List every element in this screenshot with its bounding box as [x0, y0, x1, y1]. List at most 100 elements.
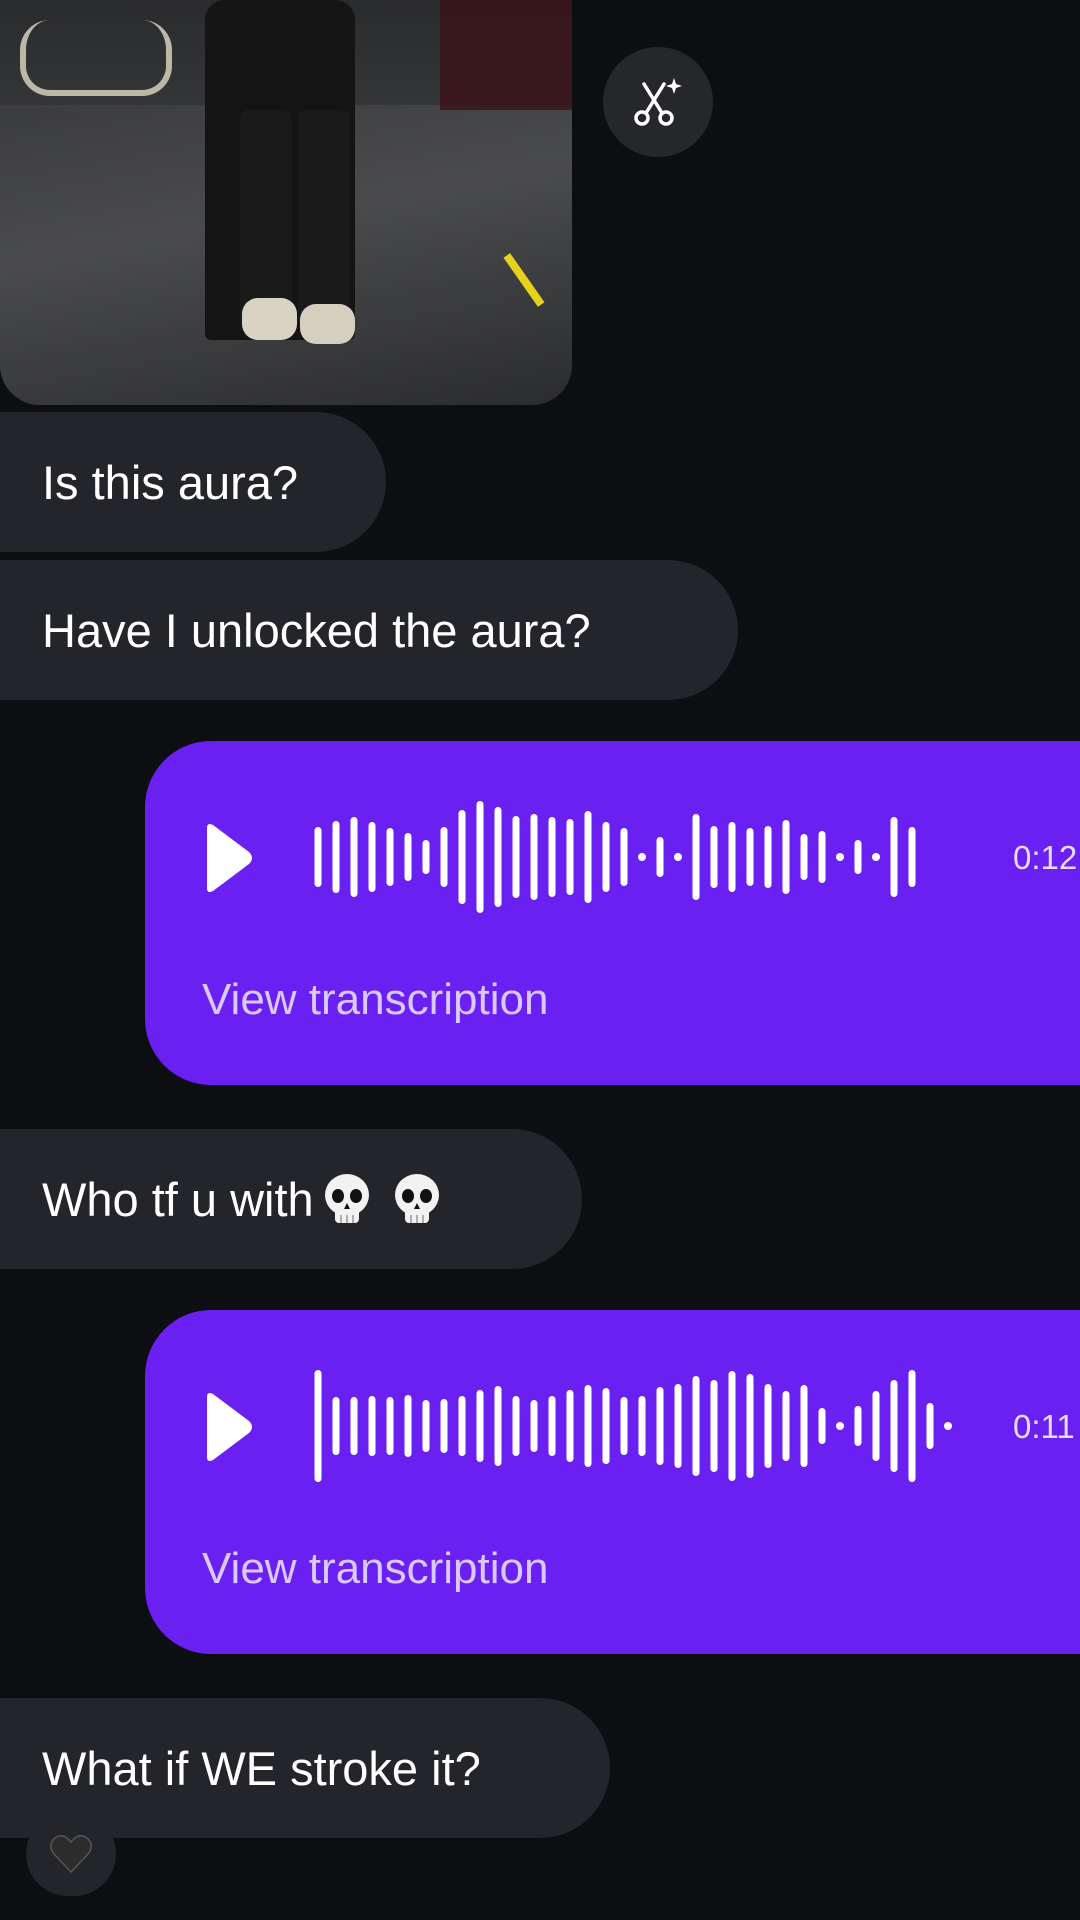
- waveform-bar: [818, 1408, 826, 1444]
- waveform-dot: [674, 853, 682, 861]
- waveform-bar: [908, 827, 916, 887]
- photo-shoe-right: [300, 304, 355, 344]
- waveform-bar: [314, 1370, 322, 1482]
- play-icon[interactable]: [197, 818, 257, 898]
- waveform-bar: [494, 807, 502, 907]
- waveform-bar: [800, 834, 808, 880]
- waveform-bar: [368, 1396, 376, 1456]
- waveform-bar: [782, 1391, 790, 1461]
- waveform-bar: [530, 814, 538, 900]
- photo-rack: [440, 0, 572, 110]
- waveform-bar: [890, 1380, 898, 1472]
- waveform-bar: [854, 1406, 862, 1446]
- waveform-bar: [548, 817, 556, 897]
- waveform-bar: [656, 837, 664, 877]
- audio-waveform[interactable]: [312, 787, 962, 927]
- photo-shoe-left: [242, 298, 297, 340]
- message-text: Have I unlocked the aura?: [42, 603, 591, 657]
- waveform-bar: [458, 1396, 466, 1456]
- waveform-bar: [368, 822, 376, 892]
- waveform-bar: [854, 840, 862, 874]
- voice-message[interactable]: 0:11 View transcription: [145, 1310, 1080, 1654]
- voice-message[interactable]: 0:12 View transcription: [145, 741, 1080, 1085]
- voice-duration: 0:11: [1013, 1408, 1075, 1445]
- scissors-sparkle-icon: [634, 78, 682, 126]
- waveform-bar: [476, 1390, 484, 1462]
- waveform-bar: [512, 816, 520, 898]
- waveform-bar: [656, 1387, 664, 1465]
- waveform-dot: [638, 853, 646, 861]
- message-bubble[interactable]: Is this aura?: [0, 412, 386, 552]
- waveform-bar: [746, 1374, 754, 1478]
- waveform-bar: [728, 1371, 736, 1481]
- waveform-bar: [692, 1376, 700, 1476]
- waveform-dot: [836, 1422, 844, 1430]
- waveform-bar: [908, 1370, 916, 1482]
- waveform-bar: [440, 827, 448, 887]
- waveform-bar: [476, 801, 484, 913]
- message-bubble[interactable]: Who tf u with: [0, 1129, 582, 1269]
- waveform-bar: [710, 1380, 718, 1472]
- waveform-bar: [494, 1386, 502, 1466]
- effect-button[interactable]: [603, 47, 713, 157]
- waveform-bar: [764, 1384, 772, 1468]
- view-transcription-link[interactable]: View transcription: [202, 1544, 548, 1594]
- waveform-bar: [512, 1396, 520, 1456]
- waveform-bar: [422, 840, 430, 874]
- voice-duration: 0:12: [1013, 839, 1078, 876]
- waveform-bar: [620, 1397, 628, 1455]
- waveform-bar: [350, 1397, 358, 1455]
- waveform-bar: [314, 827, 322, 887]
- shared-photo[interactable]: [0, 0, 572, 405]
- waveform-bar: [530, 1400, 538, 1452]
- waveform-bar: [404, 833, 412, 881]
- photo-bench: [20, 20, 172, 96]
- waveform-bar: [764, 826, 772, 888]
- waveform-bar: [692, 814, 700, 900]
- waveform-bar: [620, 828, 628, 886]
- waveform-bar: [350, 817, 358, 897]
- waveform-bar: [566, 819, 574, 895]
- waveform-bar: [332, 1397, 340, 1455]
- black-heart-icon: [50, 1835, 92, 1874]
- waveform-dot: [836, 853, 844, 861]
- waveform-bar: [926, 1403, 934, 1449]
- message-text: What if WE stroke it?: [42, 1741, 481, 1795]
- message-bubble[interactable]: Have I unlocked the aura?: [0, 560, 738, 700]
- waveform-dot: [944, 1422, 952, 1430]
- audio-waveform[interactable]: [312, 1356, 962, 1496]
- photo-leg-left: [240, 110, 292, 330]
- waveform-bar: [818, 831, 826, 883]
- waveform-bar: [728, 822, 736, 892]
- waveform-bar: [638, 1396, 646, 1456]
- waveform-bar: [584, 1385, 592, 1467]
- waveform-bar: [746, 828, 754, 886]
- skull-emoji: [394, 1174, 439, 1223]
- waveform-bar: [548, 1396, 556, 1456]
- play-icon[interactable]: [197, 1387, 257, 1467]
- waveform-bar: [386, 828, 394, 886]
- waveform-bar: [674, 1384, 682, 1468]
- waveform-bar: [332, 821, 340, 893]
- waveform-bar: [440, 1399, 448, 1453]
- waveform-bar: [872, 1391, 880, 1461]
- waveform-bar: [404, 1395, 412, 1457]
- waveform-bar: [584, 811, 592, 903]
- waveform-bar: [800, 1385, 808, 1467]
- waveform-bar: [566, 1390, 574, 1462]
- waveform-bar: [386, 1397, 394, 1455]
- message-text: Is this aura?: [42, 455, 299, 509]
- waveform-bar: [422, 1400, 430, 1452]
- message-text: Who tf u with: [42, 1172, 314, 1226]
- waveform-bar: [710, 826, 718, 888]
- waveform-bar: [458, 810, 466, 904]
- view-transcription-link[interactable]: View transcription: [202, 975, 548, 1025]
- waveform-bar: [602, 1388, 610, 1464]
- waveform-bar: [890, 817, 898, 897]
- waveform-dot: [872, 853, 880, 861]
- waveform-bar: [602, 822, 610, 892]
- skull-emoji: [324, 1174, 369, 1223]
- photo-leg-right: [298, 110, 350, 330]
- message-reaction[interactable]: [26, 1812, 116, 1896]
- waveform-bar: [782, 820, 790, 894]
